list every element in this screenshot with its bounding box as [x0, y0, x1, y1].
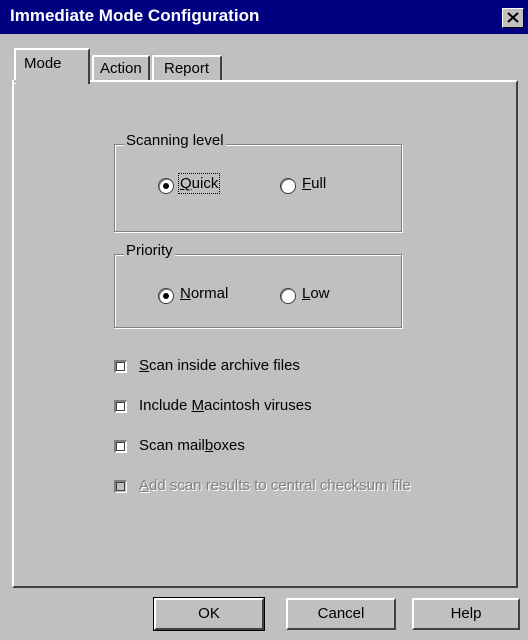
ok-button[interactable]: OK	[153, 597, 265, 631]
checkbox-macintosh-viruses-box	[114, 400, 127, 413]
window-title: Immediate Mode Configuration	[10, 6, 260, 25]
checkbox-scan-mailboxes-box	[114, 440, 127, 453]
checkbox-scan-archives-box	[114, 360, 127, 373]
checkbox-scan-archives-label: Scan inside archive files	[139, 357, 300, 374]
radio-full-circle	[280, 178, 296, 194]
tab-mode-label: Mode	[24, 55, 62, 72]
radio-normal-label: Normal	[180, 285, 229, 302]
checkbox-central-checksum-label: Add scan results to central checksum fil…	[139, 477, 411, 494]
radio-quick-circle	[158, 178, 174, 194]
priority-group	[114, 254, 402, 328]
radio-quick-dot	[163, 183, 169, 189]
cancel-button[interactable]: Cancel	[286, 598, 396, 630]
close-button[interactable]	[502, 8, 524, 28]
tab-report-label: Report	[164, 60, 210, 77]
tab-panel-mode: Scanning level Quick Full Priority Norma…	[12, 80, 518, 588]
checkbox-macintosh-viruses-label: Include Macintosh viruses	[139, 397, 312, 414]
scanning-level-label: Scanning level	[124, 132, 226, 149]
radio-normal-dot	[163, 293, 169, 299]
title-bar: Immediate Mode Configuration	[0, 0, 528, 34]
radio-low-label: Low	[302, 285, 330, 302]
help-button[interactable]: Help	[412, 598, 520, 630]
priority-label: Priority	[124, 242, 175, 259]
close-icon	[507, 12, 519, 23]
radio-low-circle	[280, 288, 296, 304]
radio-full-label: Full	[302, 175, 327, 192]
tab-action-label: Action	[100, 60, 142, 77]
tab-action[interactable]: Action	[92, 55, 150, 82]
active-tab-joint	[14, 80, 88, 83]
scanning-level-group	[114, 144, 402, 232]
radio-normal-circle	[158, 288, 174, 304]
checkbox-scan-mailboxes-label: Scan mailboxes	[139, 437, 245, 454]
tab-report[interactable]: Report	[152, 55, 222, 82]
radio-quick-label: Quick	[177, 173, 221, 194]
checkbox-central-checksum-box	[114, 480, 127, 493]
tab-mode[interactable]: Mode	[14, 48, 90, 84]
